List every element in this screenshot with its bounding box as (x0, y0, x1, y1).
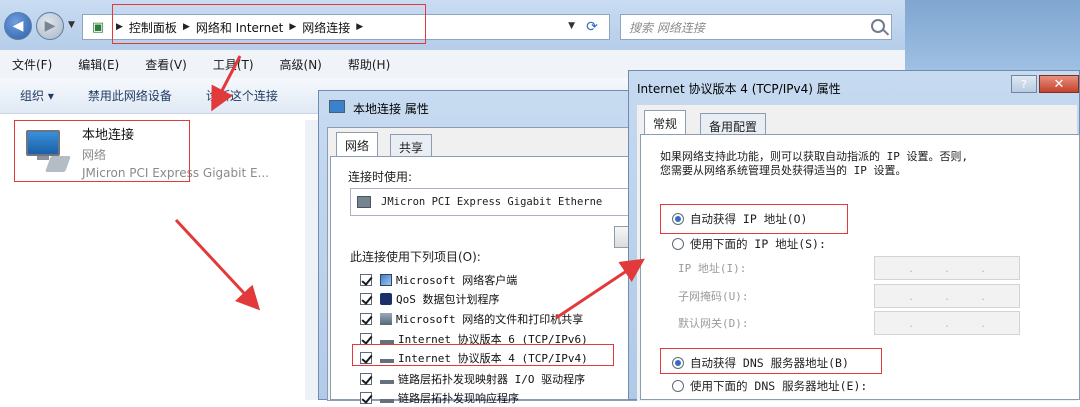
arrow-to-connection (211, 55, 242, 112)
arrow-to-ipv4-dialog (555, 258, 645, 320)
arrow-to-properties (174, 218, 261, 311)
instruction-arrows (174, 55, 645, 320)
